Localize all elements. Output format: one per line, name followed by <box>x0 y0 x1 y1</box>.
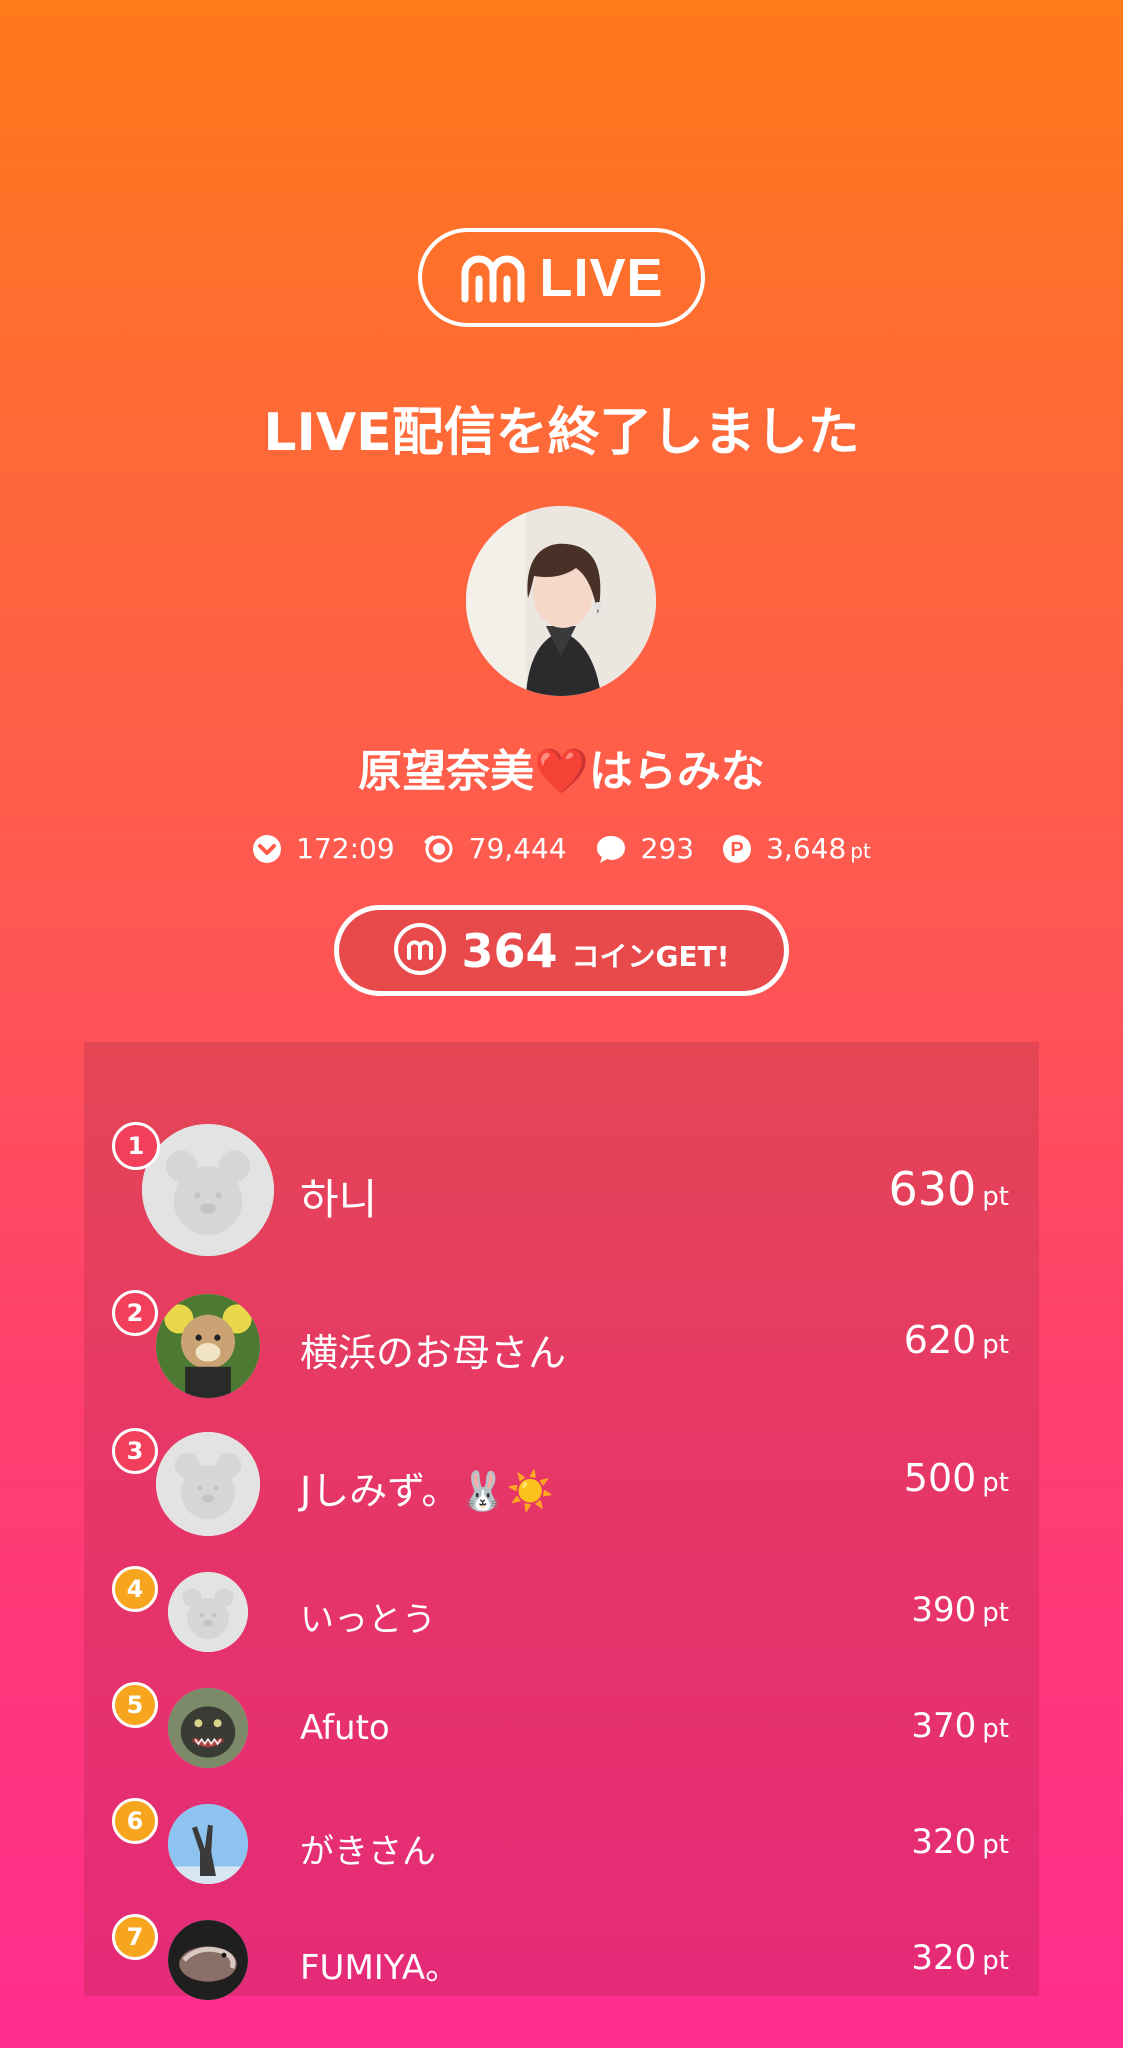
m-logo-icon <box>459 253 527 303</box>
points-unit: pt <box>982 1946 1009 1976</box>
ranking-row-1[interactable]: 1 하니 630 pt <box>84 1122 1039 1262</box>
points-value: 620 <box>903 1318 977 1362</box>
coin-icon <box>393 922 447 980</box>
points-value: 320 <box>911 1822 977 1862</box>
comment-bubble-icon <box>595 834 627 864</box>
ranker-points: 370 pt <box>911 1706 1009 1746</box>
points-unit: pt <box>982 1598 1009 1628</box>
stat-duration-value: 172:09 <box>296 832 395 865</box>
coin-get-badge: 364 コインGET! <box>334 905 789 996</box>
bear-plush-avatar <box>156 1294 260 1398</box>
viewers-eye-icon <box>423 834 455 864</box>
streamer-name-part2: はらみな <box>588 746 765 797</box>
stat-comments-value: 293 <box>640 832 695 865</box>
ranker-points: 630 pt <box>888 1162 1009 1216</box>
points-value: 390 <box>911 1590 977 1630</box>
stat-viewers: 79,444 <box>423 832 567 865</box>
rank-badge: 2 <box>112 1290 158 1336</box>
ranker-name: FUMIYA。 <box>300 1948 460 1988</box>
ranker-name: 하니 <box>300 1175 378 1224</box>
streamer-name-part1: 原望奈美 <box>358 746 535 797</box>
ranking-row-6[interactable]: 6 がきさん 320 pt <box>84 1798 1039 1888</box>
rank-badge: 7 <box>112 1914 158 1960</box>
ranker-name: Jしみず。🐰☀️ <box>300 1469 555 1513</box>
ranker-points: 500 pt <box>904 1456 1009 1500</box>
default-bear-avatar <box>142 1124 274 1256</box>
points-unit: pt <box>982 1330 1009 1360</box>
default-bear-avatar <box>156 1432 260 1536</box>
points-value: 370 <box>911 1706 977 1746</box>
points-value: 320 <box>911 1938 977 1978</box>
peace-sign-avatar <box>168 1804 248 1884</box>
stat-viewers-value: 79,444 <box>468 832 567 865</box>
live-logo: LIVE <box>418 228 705 327</box>
rank-badge: 5 <box>112 1682 158 1728</box>
coin-label: コインGET! <box>571 939 730 973</box>
points-unit: pt <box>982 1830 1009 1860</box>
ranker-name: 横浜のお母さん <box>300 1331 567 1375</box>
ranker-name: がきさん <box>300 1832 436 1872</box>
rank-badge: 3 <box>112 1428 158 1474</box>
coin-amount: 364 <box>461 923 558 978</box>
points-value: 630 <box>888 1162 977 1216</box>
stat-duration: 172:09 <box>252 832 395 865</box>
streamer-name: 原望奈美❤️はらみな <box>0 735 1123 799</box>
svg-text:P: P <box>730 839 743 861</box>
rank-badge: 6 <box>112 1798 158 1844</box>
godzilla-avatar <box>168 1688 248 1768</box>
page-title: LIVE配信を終了しました <box>263 403 860 463</box>
ranker-name: いっとう <box>300 1600 436 1640</box>
ranking-list: 1 하니 630 pt 2 横浜のお母さん 620 pt 3 Jしみず。🐰☀️ 50… <box>84 1042 1039 2000</box>
rank-badge: 4 <box>112 1566 158 1612</box>
points-value: 500 <box>903 1456 977 1500</box>
heart-emoji: ❤️ <box>534 746 589 797</box>
live-logo-text: LIVE <box>539 247 664 308</box>
ranking-row-2[interactable]: 2 横浜のお母さん 620 pt <box>84 1290 1039 1400</box>
stats-row: 172:09 79,444 293 P 3,648 pt <box>0 832 1123 865</box>
ranking-row-5[interactable]: 5 Afuto 370 pt <box>84 1682 1039 1772</box>
ranking-row-4[interactable]: 4 いっとう 390 pt <box>84 1566 1039 1656</box>
ranker-points: 320 pt <box>911 1938 1009 1978</box>
points-unit: pt <box>982 1714 1009 1744</box>
default-bear-avatar <box>168 1572 248 1652</box>
bird-avatar <box>168 1920 248 2000</box>
points-unit: pt <box>982 1182 1009 1212</box>
clock-chevron-icon <box>252 834 282 864</box>
ranking-row-3[interactable]: 3 Jしみず。🐰☀️ 500 pt <box>84 1428 1039 1538</box>
ranker-name: Afuto <box>300 1708 390 1748</box>
ranking-row-7[interactable]: 7 FUMIYA。 320 pt <box>84 1914 1039 2000</box>
stat-comments: 293 <box>595 832 694 865</box>
ranker-points: 620 pt <box>904 1318 1009 1362</box>
points-p-icon: P <box>722 834 752 864</box>
ranker-points: 320 pt <box>911 1822 1009 1862</box>
rank-badge: 1 <box>112 1122 160 1170</box>
stat-points-unit: pt <box>850 839 871 863</box>
streamer-avatar[interactable] <box>466 506 656 696</box>
points-unit: pt <box>982 1468 1009 1498</box>
stat-points-value: 3,648 <box>766 832 847 865</box>
ranker-points: 390 pt <box>911 1590 1009 1630</box>
stat-points: P 3,648 pt <box>722 832 871 865</box>
